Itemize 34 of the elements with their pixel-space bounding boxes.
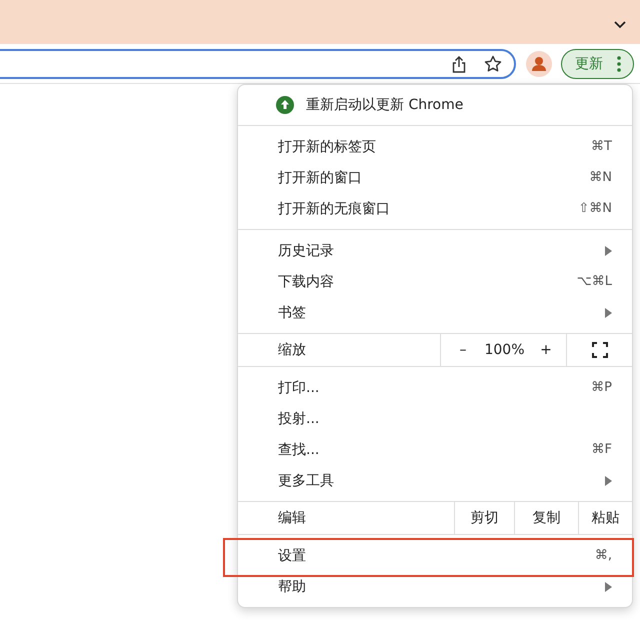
- shortcut-label: ⌘T: [591, 139, 612, 154]
- kebab-menu-icon: [617, 56, 621, 72]
- edit-button[interactable]: 剪切: [454, 502, 514, 534]
- menu-item[interactable]: 历史记录: [278, 242, 605, 260]
- zoom-out-button[interactable]: –: [455, 334, 471, 366]
- menu-item[interactable]: 书签: [278, 304, 605, 322]
- menu-item[interactable]: 更多工具: [278, 472, 605, 490]
- zoom-level: 100%: [484, 342, 525, 358]
- share-icon[interactable]: [452, 54, 466, 72]
- chevron-down-icon[interactable]: [614, 21, 626, 29]
- menu-item[interactable]: 投射...: [278, 410, 612, 428]
- menu-item[interactable]: 帮助: [278, 578, 605, 596]
- zoom-in-button[interactable]: +: [538, 334, 554, 366]
- menu-item[interactable]: 查找...: [278, 440, 592, 458]
- menu-item[interactable]: 设置: [278, 546, 595, 564]
- fullscreen-icon: [592, 342, 608, 358]
- menu-item[interactable]: 打开新的窗口: [278, 168, 590, 186]
- menu-item[interactable]: 重新启动以更新 Chrome: [238, 85, 632, 125]
- shortcut-label: ⌘P: [591, 380, 612, 395]
- menu-item[interactable]: 打开新的标签页: [278, 138, 592, 156]
- shortcut-label: ⌘F: [592, 442, 612, 457]
- avatar-icon[interactable]: [526, 50, 552, 76]
- menu-item[interactable]: 打开新的无痕窗口: [278, 200, 578, 218]
- shortcut-label: ⌘N: [589, 170, 612, 185]
- menu-item[interactable]: 下载内容: [278, 272, 577, 290]
- star-icon[interactable]: [484, 54, 502, 72]
- menu-item[interactable]: 打印...: [278, 378, 592, 396]
- shortcut-label: ⇧⌘N: [578, 201, 612, 216]
- edit-button[interactable]: 复制: [514, 502, 578, 534]
- shortcut-label: ⌥⌘L: [576, 274, 612, 289]
- address-field[interactable]: [0, 48, 516, 78]
- edit-button[interactable]: 粘贴: [578, 502, 632, 534]
- update-button[interactable]: 更新: [561, 48, 634, 78]
- shortcut-label: ⌘,: [594, 548, 612, 563]
